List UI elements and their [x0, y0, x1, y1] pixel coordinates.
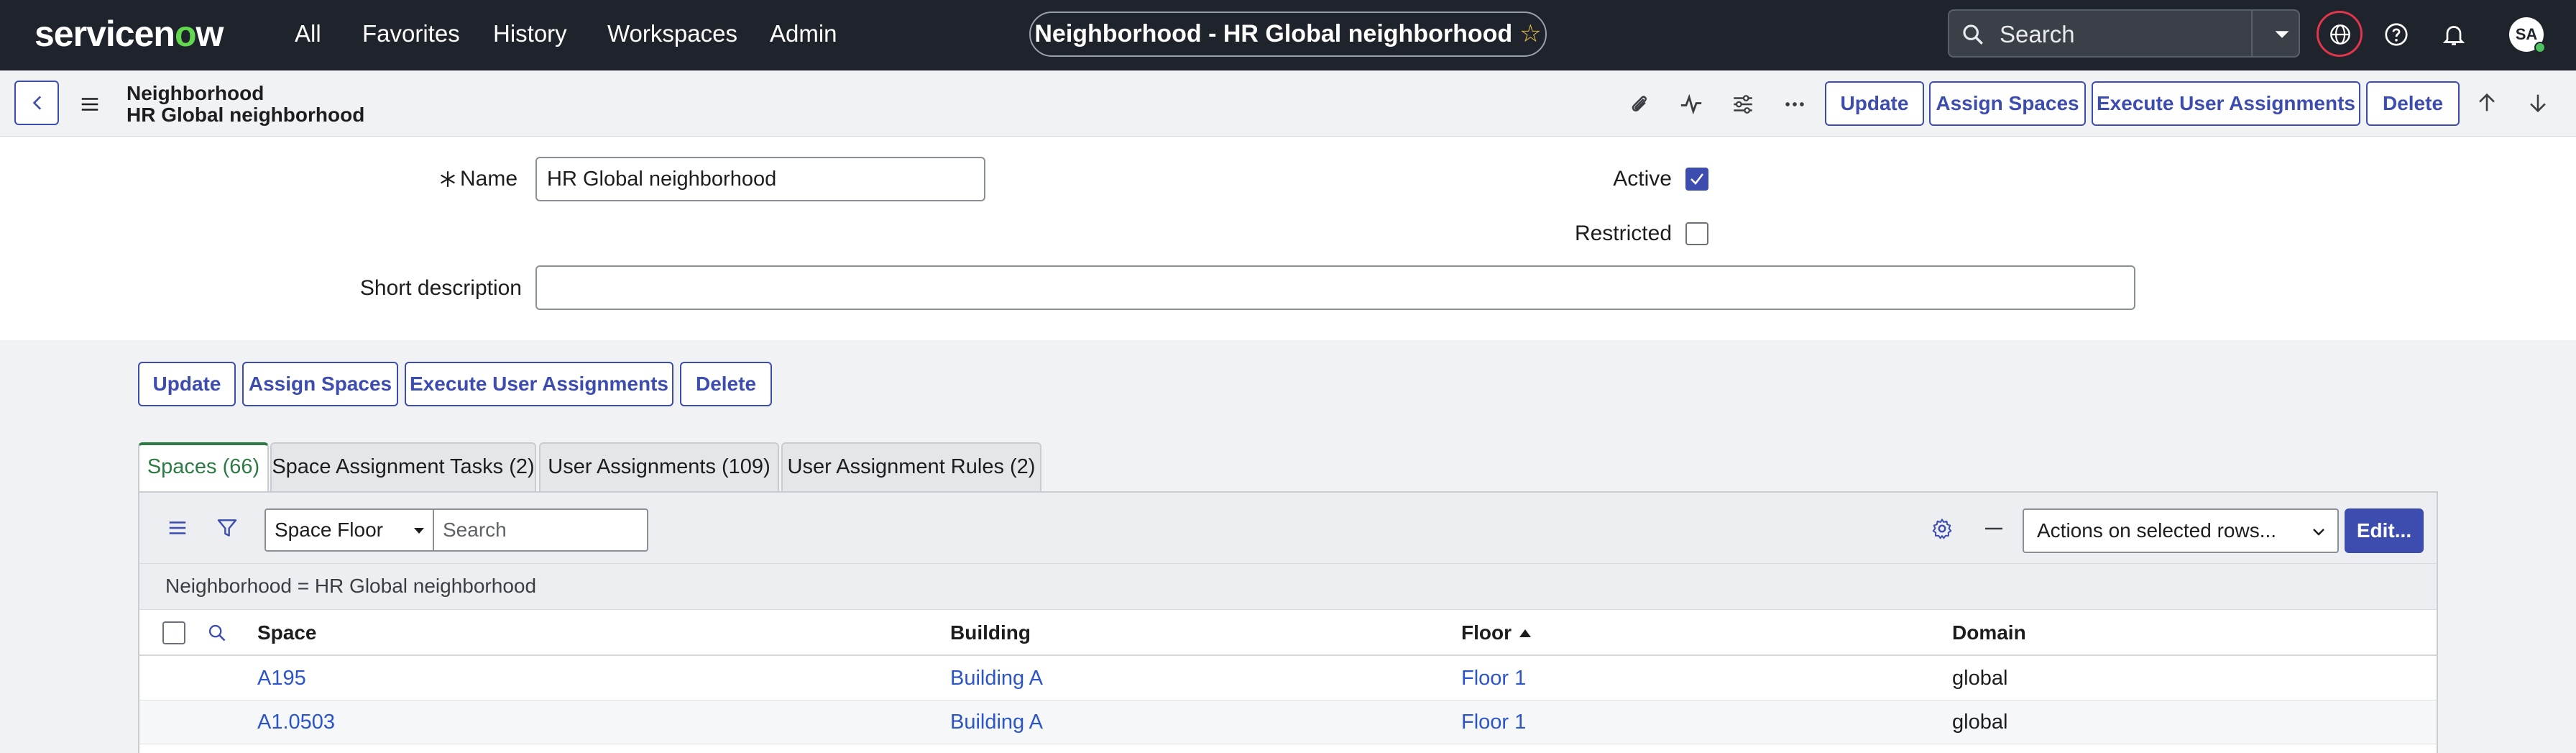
help-icon[interactable]: [2383, 22, 2409, 47]
cell-floor[interactable]: Floor 1: [1461, 667, 1526, 690]
column-search-icon[interactable]: [207, 623, 227, 643]
form-body: Name HR Global neighborhood Active Restr…: [0, 137, 2576, 340]
header-update-button[interactable]: Update: [1825, 81, 1924, 126]
language-globe-button[interactable]: [2317, 11, 2363, 57]
tab-user-assignment-rules[interactable]: User Assignment Rules (2): [781, 442, 1041, 491]
assign-spaces-button[interactable]: Assign Spaces: [242, 362, 398, 406]
column-header-space[interactable]: Space: [257, 621, 317, 644]
logo-text-suffix: w: [196, 14, 224, 54]
list-header-row: Space Building Floor Domain: [139, 610, 2437, 656]
form-table-name: Neighborhood: [126, 82, 264, 104]
column-header-domain[interactable]: Domain: [1952, 621, 2026, 644]
nav-admin[interactable]: Admin: [770, 20, 837, 47]
cell-domain: global: [1952, 667, 2008, 690]
search-divider: [2251, 11, 2253, 56]
actions-select-value: Actions on selected rows...: [2037, 519, 2277, 542]
active-label: Active: [1613, 167, 1672, 191]
chevron-left-icon: [32, 96, 42, 110]
name-label: Name: [460, 167, 518, 191]
cell-space[interactable]: A1.0503: [257, 711, 335, 734]
related-list-panel: Space Floor Search Actions on selected r…: [138, 491, 2438, 753]
search-field-value: Space Floor: [275, 519, 383, 541]
header-delete-button[interactable]: Delete: [2366, 81, 2460, 126]
short-description-input[interactable]: [535, 265, 2135, 310]
tab-user-assignments[interactable]: User Assignments (109): [539, 442, 779, 491]
cell-space[interactable]: A195: [257, 667, 306, 690]
actions-on-selected-rows-select[interactable]: Actions on selected rows...: [2023, 508, 2339, 553]
nav-favorites[interactable]: Favorites: [362, 20, 460, 47]
nav-all[interactable]: All: [295, 20, 321, 47]
top-navigation-bar: servicenow All Favorites History Workspa…: [0, 0, 2576, 70]
tab-space-assignment-tasks[interactable]: Space Assignment Tasks (2): [270, 442, 536, 491]
avatar-initials: SA: [2515, 25, 2538, 43]
previous-record-arrow-up-icon[interactable]: [2475, 91, 2499, 115]
form-record-name: HR Global neighborhood: [126, 104, 365, 126]
collapse-list-minus-icon[interactable]: [1982, 517, 2005, 540]
cell-floor[interactable]: Floor 1: [1461, 711, 1526, 734]
next-record-arrow-down-icon[interactable]: [2526, 91, 2550, 115]
filter-funnel-icon[interactable]: [216, 516, 239, 539]
servicenow-logo[interactable]: servicenow: [34, 13, 224, 55]
execute-user-assignments-button[interactable]: Execute User Assignments: [405, 362, 673, 406]
record-context-pill[interactable]: Neighborhood - HR Global neighborhood ☆: [1029, 12, 1547, 57]
active-checkbox[interactable]: [1685, 168, 1708, 191]
logo-text-o: o: [174, 14, 197, 54]
back-button[interactable]: [14, 81, 59, 125]
tab-spaces[interactable]: Spaces (66): [138, 442, 269, 491]
filter-breadcrumb-bar: Neighborhood = HR Global neighborhood: [139, 564, 2437, 610]
header-assign-spaces-button[interactable]: Assign Spaces: [1929, 81, 2086, 126]
header-execute-user-assignments-button[interactable]: Execute User Assignments: [2092, 81, 2360, 126]
global-search[interactable]: Search: [1948, 9, 2300, 58]
global-search-input[interactable]: Search: [2000, 21, 2075, 48]
update-button[interactable]: Update: [138, 362, 236, 406]
table-row: A195 Building A Floor 1 global: [139, 657, 2437, 700]
search-scope-dropdown-icon[interactable]: [2268, 21, 2296, 48]
restricted-label: Restricted: [1574, 222, 1672, 245]
list-search-input[interactable]: Search: [433, 508, 648, 552]
sort-ascending-icon[interactable]: [1518, 627, 1532, 639]
filter-breadcrumb[interactable]: Neighborhood = HR Global neighborhood: [165, 575, 536, 598]
form-header-bar: Neighborhood HR Global neighborhood Upda…: [0, 70, 2576, 137]
nav-history[interactable]: History: [493, 20, 567, 47]
user-avatar[interactable]: SA: [2509, 17, 2546, 53]
list-menu-icon[interactable]: [167, 517, 188, 539]
checkmark-icon: [1690, 173, 1704, 185]
cell-building[interactable]: Building A: [950, 667, 1043, 690]
logo-text-prefix: servicen: [34, 14, 175, 54]
attachment-paperclip-icon[interactable]: [1627, 92, 1652, 117]
presence-status-dot: [2534, 42, 2546, 53]
list-toolbar: Space Floor Search Actions on selected r…: [139, 493, 2437, 564]
dropdown-triangle-icon: [414, 528, 424, 534]
more-options-ellipsis-icon[interactable]: [1782, 92, 1807, 117]
activity-pulse-icon[interactable]: [1679, 92, 1703, 117]
nav-workspaces[interactable]: Workspaces: [607, 20, 737, 47]
mandatory-asterisk-icon: [441, 171, 455, 187]
cell-building[interactable]: Building A: [950, 711, 1043, 734]
personalize-sliders-icon[interactable]: [1731, 92, 1755, 117]
notifications-bell-icon[interactable]: [2441, 22, 2467, 47]
column-header-building[interactable]: Building: [950, 621, 1031, 644]
name-input[interactable]: HR Global neighborhood: [535, 157, 985, 201]
select-all-checkbox[interactable]: [162, 621, 185, 644]
cell-domain: global: [1952, 711, 2008, 734]
search-field-select[interactable]: Space Floor: [264, 508, 434, 552]
edit-list-button[interactable]: Edit...: [2345, 508, 2424, 553]
delete-button[interactable]: Delete: [680, 362, 772, 406]
short-description-label: Short description: [359, 276, 522, 300]
search-icon: [1963, 24, 1983, 45]
list-settings-gear-icon[interactable]: [1931, 517, 1954, 540]
globe-icon: [2330, 24, 2350, 45]
context-menu-icon[interactable]: [79, 93, 101, 115]
favorite-star-icon[interactable]: ☆: [1519, 20, 1541, 47]
table-row: A1.0503 Building A Floor 1 global: [139, 700, 2437, 744]
chevron-down-icon: [2313, 529, 2324, 536]
record-context-title: Neighborhood - HR Global neighborhood: [1034, 20, 1513, 47]
column-header-floor[interactable]: Floor: [1461, 621, 1512, 644]
restricted-checkbox[interactable]: [1685, 222, 1708, 245]
